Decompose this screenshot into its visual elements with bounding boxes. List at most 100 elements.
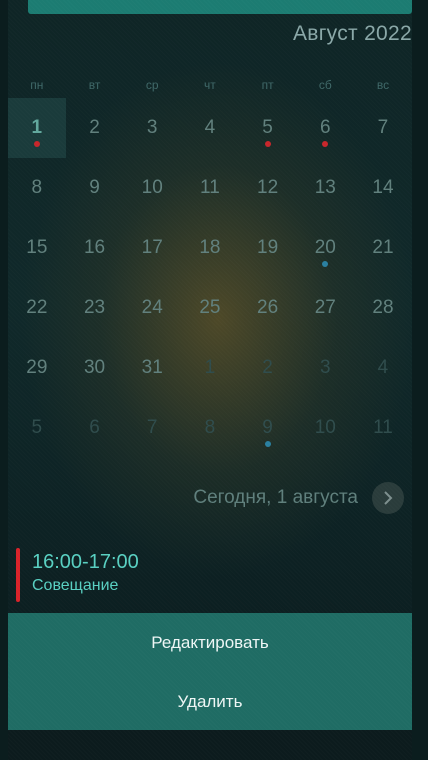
bottom-strip bbox=[8, 730, 412, 760]
top-bar bbox=[28, 0, 412, 14]
day-number: 5 bbox=[31, 417, 43, 438]
day-cell[interactable]: 31 bbox=[123, 338, 181, 398]
weekday-header: пн вт ср чт пт сб вс bbox=[8, 78, 412, 92]
day-cell[interactable]: 20 bbox=[296, 218, 354, 278]
event-time: 16:00-17:00 bbox=[32, 551, 139, 573]
day-cell[interactable]: 19 bbox=[239, 218, 297, 278]
day-cell[interactable]: 29 bbox=[8, 338, 66, 398]
day-number: 23 bbox=[83, 297, 106, 318]
day-cell[interactable]: 16 bbox=[66, 218, 124, 278]
day-number: 24 bbox=[141, 297, 163, 318]
day-cell[interactable]: 24 bbox=[123, 278, 181, 338]
day-number: 31 bbox=[141, 357, 163, 378]
day-cell[interactable]: 21 bbox=[354, 218, 412, 278]
day-cell[interactable]: 9 bbox=[239, 398, 297, 458]
day-cell[interactable]: 6 bbox=[296, 98, 354, 158]
day-cell-selected[interactable]: 1 bbox=[8, 98, 66, 158]
day-number: 6 bbox=[319, 117, 331, 138]
month-title[interactable]: Август 2022 bbox=[212, 22, 412, 46]
day-cell[interactable]: 27 bbox=[296, 278, 354, 338]
weekday-label: вт bbox=[88, 78, 101, 92]
day-cell[interactable]: 3 bbox=[123, 98, 181, 158]
day-cell[interactable]: 22 bbox=[8, 278, 66, 338]
day-number: 10 bbox=[314, 417, 336, 438]
day-number: 1 bbox=[204, 357, 216, 378]
day-cell[interactable]: 4 bbox=[181, 98, 239, 158]
day-cell[interactable]: 7 bbox=[123, 398, 181, 458]
day-number: 3 bbox=[319, 357, 331, 378]
day-number: 28 bbox=[372, 297, 394, 318]
delete-button[interactable]: Удалить bbox=[8, 692, 412, 712]
day-cell[interactable]: 13 bbox=[296, 158, 354, 218]
day-number: 5 bbox=[262, 117, 273, 138]
day-cell[interactable]: 9 bbox=[66, 158, 124, 218]
day-cell[interactable]: 10 bbox=[296, 398, 354, 458]
day-number: 17 bbox=[141, 237, 163, 258]
day-cell[interactable]: 7 bbox=[354, 98, 412, 158]
day-cell[interactable]: 1 bbox=[181, 338, 239, 398]
day-number: 14 bbox=[372, 177, 394, 198]
day-cell[interactable]: 5 bbox=[8, 398, 66, 458]
day-number: 21 bbox=[372, 237, 394, 258]
day-cell[interactable]: 2 bbox=[66, 98, 124, 158]
day-cell[interactable]: 11 bbox=[354, 398, 412, 458]
event-dot bbox=[322, 141, 329, 147]
day-cell[interactable]: 26 bbox=[239, 278, 297, 338]
weekday-label: ср bbox=[145, 78, 159, 92]
event-title: Совещание bbox=[32, 577, 119, 594]
calendar-screen: Август 2022 пн вт ср чт пт сб вс 1 2 3 4 5 6 7 8 9 10 11… bbox=[8, 0, 412, 760]
day-cell[interactable]: 15 bbox=[8, 218, 66, 278]
next-day-button[interactable] bbox=[372, 482, 404, 514]
day-number: 22 bbox=[26, 297, 48, 318]
day-cell[interactable]: 28 bbox=[354, 278, 412, 338]
event-dot bbox=[264, 141, 271, 147]
weekday-label: вс bbox=[376, 78, 390, 92]
day-number: 4 bbox=[204, 117, 216, 138]
day-cell[interactable]: 6 bbox=[66, 398, 124, 458]
day-number: 2 bbox=[262, 357, 273, 378]
day-number: 11 bbox=[373, 417, 393, 438]
day-cell[interactable]: 14 bbox=[354, 158, 412, 218]
day-number: 3 bbox=[146, 117, 158, 138]
day-cell[interactable]: 17 bbox=[123, 218, 181, 278]
day-number: 15 bbox=[26, 237, 48, 258]
day-cell[interactable]: 11 bbox=[181, 158, 239, 218]
today-row: Сегодня, 1 августа bbox=[193, 481, 404, 515]
day-cell[interactable]: 25 bbox=[181, 278, 239, 338]
day-cell[interactable]: 5 bbox=[239, 98, 297, 158]
event-item[interactable]: 16:00-17:00 Совещание bbox=[16, 548, 316, 602]
day-number: 18 bbox=[199, 237, 221, 258]
day-cell[interactable]: 2 bbox=[239, 338, 297, 398]
day-cell[interactable]: 18 bbox=[181, 218, 239, 278]
day-cell[interactable]: 4 bbox=[354, 338, 412, 398]
weekday-label: пн bbox=[30, 78, 44, 92]
weekday-label: сб bbox=[318, 78, 332, 92]
event-dot bbox=[322, 261, 329, 267]
day-cell[interactable]: 10 bbox=[123, 158, 181, 218]
day-number: 25 bbox=[199, 297, 221, 318]
day-number: 16 bbox=[83, 237, 106, 258]
day-number: 20 bbox=[314, 237, 336, 258]
day-number: 9 bbox=[262, 417, 273, 438]
day-number: 1 bbox=[31, 117, 43, 138]
day-number: 12 bbox=[257, 177, 279, 198]
day-number: 26 bbox=[257, 297, 279, 318]
day-cell[interactable]: 12 bbox=[239, 158, 297, 218]
day-number: 8 bbox=[31, 177, 43, 198]
day-number: 30 bbox=[83, 357, 106, 378]
day-number: 29 bbox=[26, 357, 48, 378]
day-number: 19 bbox=[257, 237, 279, 258]
weekday-label: чт bbox=[204, 78, 216, 92]
day-number: 7 bbox=[377, 117, 389, 138]
day-cell[interactable]: 3 bbox=[296, 338, 354, 398]
day-number: 27 bbox=[314, 297, 336, 318]
day-cell[interactable]: 8 bbox=[8, 158, 66, 218]
calendar-grid: 1 2 3 4 5 6 7 8 9 10 11 12 13 14 15 16 17 18 19 20 21 22 23 24 2… bbox=[8, 98, 412, 458]
day-cell[interactable]: 8 bbox=[181, 398, 239, 458]
event-dot bbox=[264, 441, 271, 447]
event-dot bbox=[33, 141, 40, 147]
day-cell[interactable]: 30 bbox=[66, 338, 124, 398]
edit-button[interactable]: Редактировать bbox=[8, 633, 412, 653]
chevron-right-icon bbox=[384, 491, 393, 505]
day-cell[interactable]: 23 bbox=[66, 278, 124, 338]
